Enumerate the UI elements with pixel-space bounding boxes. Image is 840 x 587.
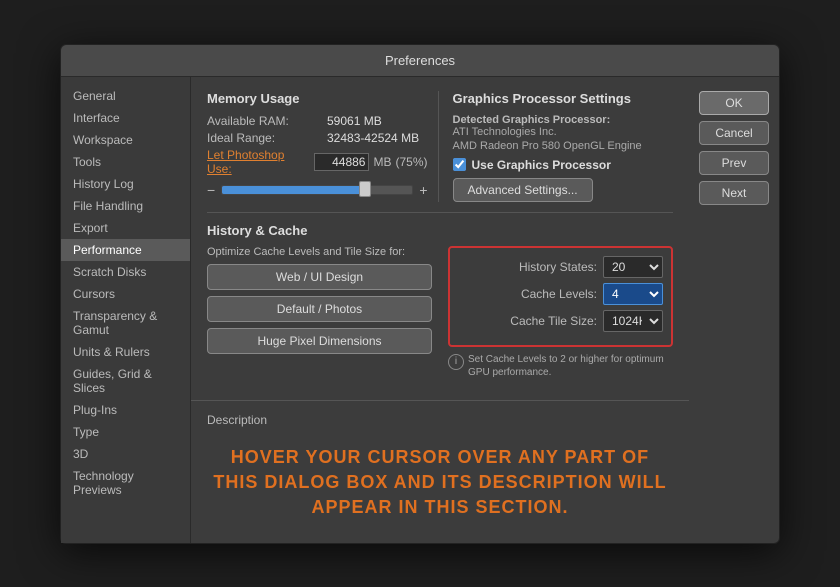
ok-button[interactable]: OK <box>699 91 769 115</box>
divider-1 <box>207 212 673 213</box>
sidebar-item-workspace[interactable]: Workspace <box>61 129 190 151</box>
sidebar-item-units---rulers[interactable]: Units & Rulers <box>61 341 190 363</box>
top-section: Memory Usage Available RAM: 59061 MB Ide… <box>207 91 673 202</box>
cache-tile-row: Cache Tile Size: 1024K <box>458 310 663 332</box>
sidebar-item-interface[interactable]: Interface <box>61 107 190 129</box>
sidebar-item--d[interactable]: 3D <box>61 443 190 465</box>
memory-title: Memory Usage <box>207 91 428 106</box>
cache-levels-select[interactable]: 4 <box>603 283 663 305</box>
history-cache-section: History & Cache Optimize Cache Levels an… <box>207 223 673 379</box>
graphics-section: Graphics Processor Settings Detected Gra… <box>438 91 674 202</box>
info-row: i Set Cache Levels to 2 or higher for op… <box>448 353 673 379</box>
optimize-label: Optimize Cache Levels and Tile Size for: <box>207 246 432 258</box>
available-ram-value: 59061 MB <box>327 114 382 128</box>
slider-thumb[interactable] <box>359 181 371 197</box>
use-gpu-label: Use Graphics Processor <box>472 158 611 172</box>
let-use-input[interactable] <box>314 153 369 171</box>
right-panel: OK Cancel Prev Next <box>689 77 779 543</box>
sidebar-item-history-log[interactable]: History Log <box>61 173 190 195</box>
prev-button[interactable]: Prev <box>699 151 769 175</box>
cache-levels-row: Cache Levels: 4 <box>458 283 663 305</box>
history-states-col: History States: 20 Cache Levels: 4 <box>448 246 673 379</box>
let-use-label: Let Photoshop Use: <box>207 148 310 176</box>
web-ui-button[interactable]: Web / UI Design <box>207 264 432 290</box>
cancel-button[interactable]: Cancel <box>699 121 769 145</box>
slider-minus-icon[interactable]: − <box>207 182 215 198</box>
dialog-body: GeneralInterfaceWorkspaceToolsHistory Lo… <box>61 77 779 543</box>
history-states-label: History States: <box>519 260 597 274</box>
sidebar-item-transparency---gamut[interactable]: Transparency & Gamut <box>61 305 190 341</box>
history-states-row: History States: 20 <box>458 256 663 278</box>
slider-plus-icon[interactable]: + <box>419 182 427 198</box>
gpu-line1: ATI Technologies Inc. <box>453 126 674 138</box>
let-use-row: Let Photoshop Use: MB (75%) <box>207 148 428 176</box>
gpu-line2: AMD Radeon Pro 580 OpenGL Engine <box>453 140 674 152</box>
cache-levels-label: Cache Levels: <box>521 287 597 301</box>
available-ram-label: Available RAM: <box>207 114 327 128</box>
ideal-range-label: Ideal Range: <box>207 131 327 145</box>
memory-section: Memory Usage Available RAM: 59061 MB Ide… <box>207 91 438 202</box>
sidebar-item-tools[interactable]: Tools <box>61 151 190 173</box>
sidebar-item-guides--grid---slices[interactable]: Guides, Grid & Slices <box>61 363 190 399</box>
available-ram-row: Available RAM: 59061 MB <box>207 114 428 128</box>
next-button[interactable]: Next <box>699 181 769 205</box>
slider-row[interactable]: − + <box>207 182 428 198</box>
preferences-dialog: Preferences GeneralInterfaceWorkspaceToo… <box>60 44 780 544</box>
main-content: Memory Usage Available RAM: 59061 MB Ide… <box>191 77 689 400</box>
sidebar-item-export[interactable]: Export <box>61 217 190 239</box>
sidebar-item-type[interactable]: Type <box>61 421 190 443</box>
cache-tile-select[interactable]: 1024K <box>603 310 663 332</box>
sidebar-item-general[interactable]: General <box>61 85 190 107</box>
slider-fill <box>222 186 365 194</box>
memory-slider[interactable] <box>221 185 413 195</box>
description-title: Description <box>207 413 673 427</box>
huge-pixel-button[interactable]: Huge Pixel Dimensions <box>207 328 432 354</box>
info-icon: i <box>448 354 464 370</box>
graphics-title: Graphics Processor Settings <box>453 91 674 106</box>
sidebar-item-cursors[interactable]: Cursors <box>61 283 190 305</box>
description-section: Description HOVER YOUR CURSOR OVER ANY P… <box>191 400 689 543</box>
sidebar: GeneralInterfaceWorkspaceToolsHistory Lo… <box>61 77 191 543</box>
sidebar-item-technology-previews[interactable]: Technology Previews <box>61 465 190 501</box>
mb-label: MB <box>373 155 391 169</box>
use-gpu-checkbox[interactable] <box>453 158 466 171</box>
info-text: Set Cache Levels to 2 or higher for opti… <box>468 353 673 379</box>
cache-buttons-col: Optimize Cache Levels and Tile Size for:… <box>207 246 432 379</box>
detected-label: Detected Graphics Processor: <box>453 114 674 126</box>
highlighted-settings-box: History States: 20 Cache Levels: 4 <box>448 246 673 347</box>
history-states-select[interactable]: 20 <box>603 256 663 278</box>
sidebar-item-scratch-disks[interactable]: Scratch Disks <box>61 261 190 283</box>
sidebar-item-performance[interactable]: Performance <box>61 239 190 261</box>
history-cache-title: History & Cache <box>207 223 673 238</box>
advanced-settings-button[interactable]: Advanced Settings... <box>453 178 593 202</box>
description-body: HOVER YOUR CURSOR OVER ANY PART OF THIS … <box>207 435 673 531</box>
default-photos-button[interactable]: Default / Photos <box>207 296 432 322</box>
cache-tile-label: Cache Tile Size: <box>510 314 597 328</box>
title-bar: Preferences <box>61 45 779 77</box>
ideal-range-value: 32483-42524 MB <box>327 131 419 145</box>
sidebar-item-plug-ins[interactable]: Plug-Ins <box>61 399 190 421</box>
ideal-range-row: Ideal Range: 32483-42524 MB <box>207 131 428 145</box>
percent-label: (75%) <box>395 155 427 169</box>
two-col: Optimize Cache Levels and Tile Size for:… <box>207 246 673 379</box>
sidebar-item-file-handling[interactable]: File Handling <box>61 195 190 217</box>
dialog-title: Preferences <box>385 53 455 68</box>
use-gpu-row[interactable]: Use Graphics Processor <box>453 158 674 172</box>
